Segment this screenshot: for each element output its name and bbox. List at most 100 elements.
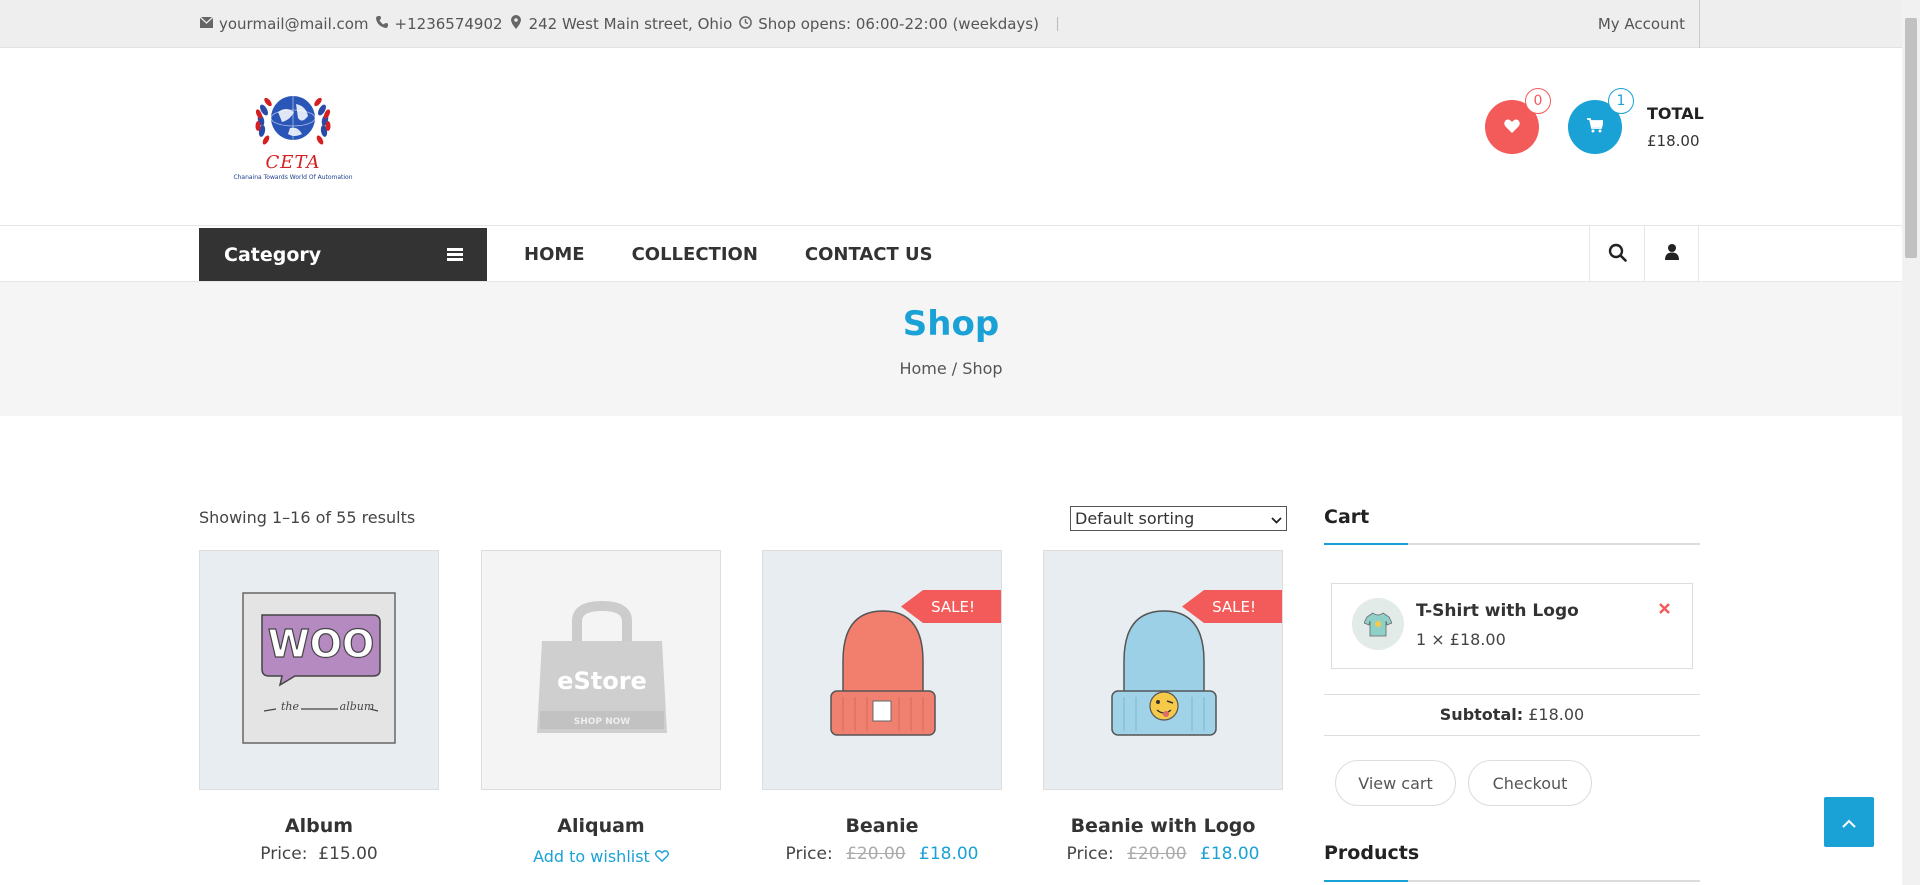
product-name[interactable]: Album [199,815,439,837]
wishlist-label: Add to wishlist [533,847,650,866]
album-caption-right: album [340,700,375,713]
old-price: £20.00 [1127,844,1187,864]
price-label: Price: [1066,844,1114,864]
mini-cart-item: T-Shirt with Logo 1 × £18.00 [1331,583,1693,669]
cart-total-label: TOTAL [1647,104,1704,123]
placeholder-image: eStore SHOP NOW [537,600,667,733]
product-card[interactable]: WOO the album Album Price: £15.00 [199,550,439,864]
sale-price: £18.00 [919,844,979,864]
checkout-button[interactable]: Checkout [1468,760,1592,806]
nav-contact-us[interactable]: CONTACT US [805,244,933,265]
placeholder-cta: SHOP NOW [574,717,631,727]
product-image[interactable]: SALE! [1043,550,1283,790]
sale-price: £18.00 [1200,844,1260,864]
product-image[interactable]: eStore SHOP NOW [481,550,721,790]
globe-laurel-icon [255,96,331,145]
product-name[interactable]: Beanie [762,815,1002,837]
chevron-up-icon [1842,813,1856,832]
phone-text: +1236574902 [394,15,503,33]
email-text: yourmail@mail.com [219,15,369,33]
page-title: Shop [902,304,1000,344]
search-button[interactable] [1589,226,1644,282]
wishlist-button[interactable]: 0 [1485,88,1551,154]
main-nav: Category HOME COLLECTION CONTACT US [0,226,1902,282]
placeholder-brand: eStore [557,667,647,695]
price-value: £15.00 [318,844,378,864]
product-card[interactable]: SALE! Beanie Price: £20.00 £18.00 [762,550,1002,864]
chevron-down-icon [1271,509,1282,528]
product-card[interactable]: SALE! Beanie with Logo Price: £20.00 £18… [1043,550,1283,864]
add-to-wishlist-link[interactable]: Add to wishlist [481,847,721,866]
heart-outline-icon [654,847,669,866]
beanie-with-logo-image [1111,610,1217,736]
product-price: Price: £20.00 £18.00 [762,844,1002,864]
album-cover-image: WOO the album [242,592,396,744]
view-cart-button[interactable]: View cart [1335,760,1456,806]
category-menu-button[interactable]: Category [199,228,487,281]
album-caption-left: the [281,700,300,713]
scroll-to-top-button[interactable] [1824,797,1874,847]
remove-item-button[interactable] [1659,598,1670,619]
shopping-cart-icon [1587,117,1605,138]
beanie-image [830,610,936,736]
product-thumbnail[interactable] [1352,598,1404,650]
product-image[interactable]: SALE! [762,550,1002,790]
scrollbar-thumb[interactable] [1905,18,1917,258]
old-price: £20.00 [846,844,906,864]
cart-total-value: £18.00 [1647,132,1700,150]
product-image[interactable]: WOO the album [199,550,439,790]
cart-count-badge: 1 [1608,88,1634,114]
close-icon [1659,598,1670,619]
result-count: Showing 1–16 of 55 results [199,508,416,527]
products-widget-title: Products [1324,842,1420,864]
cart-item-quantity: 1 × £18.00 [1416,630,1506,649]
page-scrollbar[interactable] [1902,0,1920,885]
category-label: Category [224,243,322,266]
breadcrumb[interactable]: Home / Shop [0,359,1902,378]
user-icon [1664,244,1679,264]
contact-email[interactable]: yourmail@mail.com [199,15,369,33]
cart-widget-title: Cart [1324,506,1370,528]
nav-icon-group [1589,226,1699,282]
cart-subtotal: Subtotal: £18.00 [1324,694,1700,736]
contact-phone[interactable]: +1236574902 [375,15,503,33]
site-logo[interactable]: CETA Chanaina Towards World Of Automatio… [220,84,366,194]
products-widget-underline [1324,880,1700,882]
wishlist-count-badge: 0 [1525,88,1551,114]
sort-selected-value: Default sorting [1075,509,1195,528]
product-name[interactable]: Aliquam [481,815,721,837]
tshirt-icon [1364,612,1392,637]
product-price: Price: £15.00 [199,844,439,864]
my-account-link[interactable]: My Account [1598,0,1700,48]
address-text: 242 West Main street, Ohio [528,15,733,33]
user-account-button[interactable] [1644,226,1699,282]
top-bar: yourmail@mail.com +1236574902 242 West M… [0,0,1902,48]
product-price: Price: £20.00 £18.00 [1043,844,1283,864]
envelope-icon [199,16,213,32]
hamburger-icon [447,248,463,261]
contact-address: 242 West Main street, Ohio [509,15,733,33]
site-header: CETA Chanaina Towards World Of Automatio… [0,48,1902,226]
cart-item-name[interactable]: T-Shirt with Logo [1416,601,1579,621]
logo-title: CETA [265,152,321,173]
product-name[interactable]: Beanie with Logo [1043,815,1283,837]
price-label: Price: [785,844,833,864]
shop-hours: Shop opens: 06:00-22:00 (weekdays) [738,15,1039,33]
nav-home[interactable]: HOME [524,244,585,265]
subtotal-value: £18.00 [1528,705,1585,724]
cart-button[interactable]: 1 [1568,88,1634,154]
clock-icon [738,15,752,33]
heart-icon [1504,117,1520,138]
subtotal-label: Subtotal: [1439,705,1524,724]
price-label: Price: [260,844,308,864]
cart-widget-underline [1324,543,1700,545]
primary-menu: HOME COLLECTION CONTACT US [524,226,933,282]
hours-text: Shop opens: 06:00-22:00 (weekdays) [758,15,1039,33]
product-card[interactable]: eStore SHOP NOW Aliquam Add to wishlist [481,550,721,866]
map-marker-icon [509,15,523,33]
sort-select[interactable]: Default sorting [1070,506,1287,531]
nav-collection[interactable]: COLLECTION [632,244,758,265]
phone-icon [375,16,389,32]
logo-subtitle: Chanaina Towards World Of Automation [233,174,353,181]
search-icon [1608,243,1627,266]
